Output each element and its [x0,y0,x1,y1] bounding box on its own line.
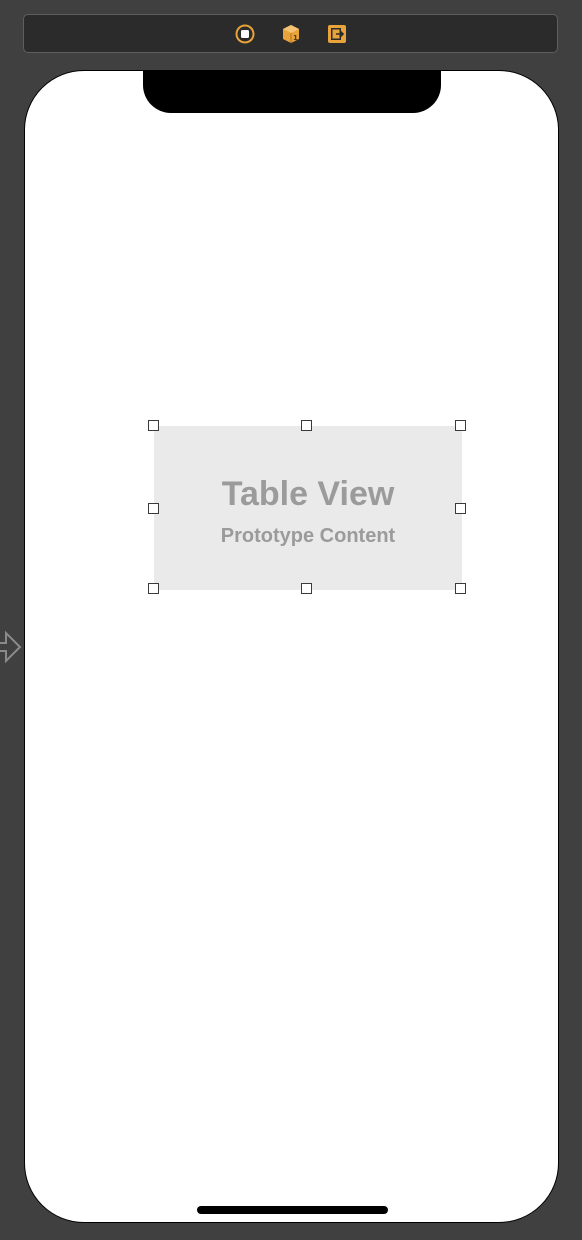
home-indicator [197,1206,388,1214]
resize-handle-left[interactable] [148,503,159,514]
view-controller-icon[interactable] [234,23,256,45]
resize-handle-top-right[interactable] [455,420,466,431]
scene-dock: 1 [23,14,558,53]
table-view-subtitle: Prototype Content [220,524,396,547]
entry-point-arrow-icon[interactable] [0,625,24,669]
svg-text:1: 1 [293,34,298,42]
device-notch [143,71,441,113]
resize-handle-bottom[interactable] [301,583,312,594]
resize-handle-right[interactable] [455,503,466,514]
resize-handle-bottom-left[interactable] [148,583,159,594]
device-frame[interactable]: Table View Prototype Content [24,70,559,1223]
exit-icon[interactable] [326,23,348,45]
table-view[interactable]: Table View Prototype Content [154,426,462,590]
table-view-title: Table View [221,474,395,513]
first-responder-icon[interactable]: 1 [280,23,302,45]
resize-handle-top-left[interactable] [148,420,159,431]
resize-handle-bottom-right[interactable] [455,583,466,594]
resize-handle-top[interactable] [301,420,312,431]
